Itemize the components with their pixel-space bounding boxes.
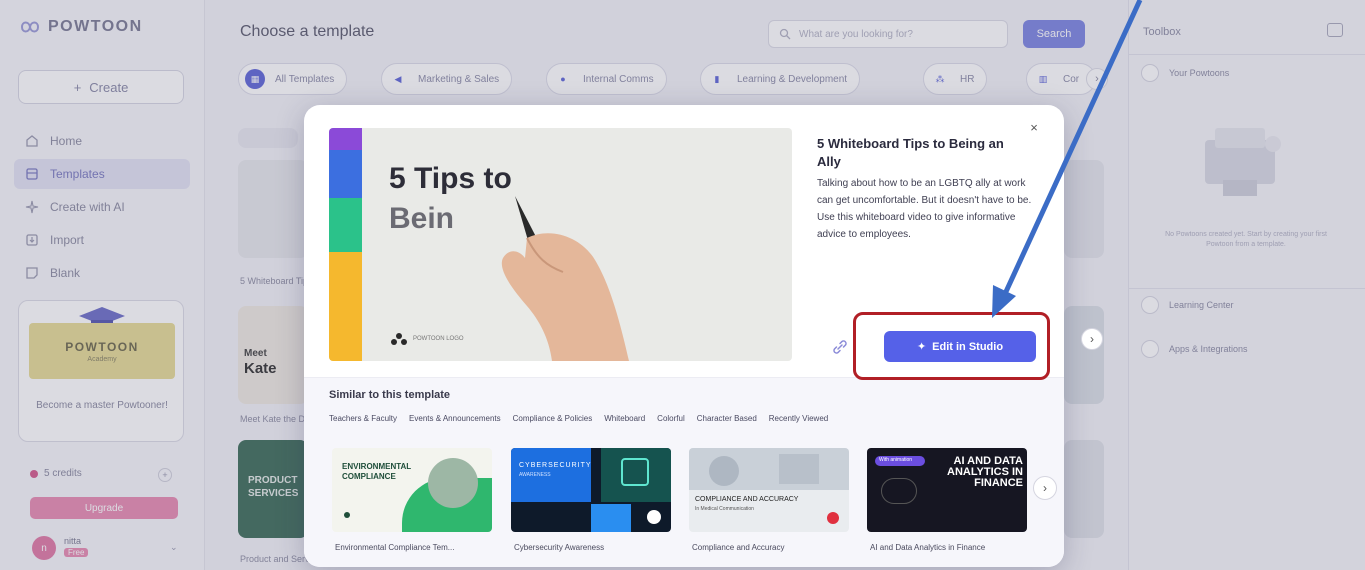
thumbnail-label: Compliance and Accuracy (692, 543, 785, 552)
thumbnail-image: COMPLIANCE AND ACCURACY In Medical Commu… (689, 448, 849, 532)
thumb-text: AI AND DATA ANALYTICS IN FINANCE (947, 455, 1023, 489)
preview-logo: POWTOON LOGO (391, 333, 464, 345)
tag-list: Teachers & Faculty Events & Announcement… (329, 414, 828, 423)
thumbnail-image: With animation AI AND DATA ANALYTICS IN … (867, 448, 1027, 532)
tag-whiteboard[interactable]: Whiteboard (604, 414, 645, 423)
thumbnail-label: Cybersecurity Awareness (514, 543, 605, 552)
template-title: 5 Whiteboard Tips to Being an Ally (817, 136, 1004, 169)
thumb-text: ENVIRONMENTAL (342, 462, 412, 471)
similar-templates-panel: Similar to this template Teachers & Facu… (304, 377, 1064, 567)
highlight-box (853, 312, 1050, 380)
next-template-button[interactable]: › (1081, 328, 1103, 350)
preview-logo-text: POWTOON LOGO (413, 336, 464, 342)
tag-events-announcements[interactable]: Events & Announcements (409, 414, 501, 423)
thumbnail-label: AI and Data Analytics in Finance (870, 543, 986, 552)
hand-holding-marker-illustration (501, 196, 629, 361)
thumb-text: With animation (879, 457, 913, 463)
thumb-text: COMPLIANCE (342, 472, 396, 481)
similar-template-card[interactable]: CYBERSECURITY AWARENESS Cybersecurity Aw… (511, 448, 671, 552)
similar-thumbnails: ENVIRONMENTAL COMPLIANCE Environmental C… (329, 448, 1029, 558)
tag-character-based[interactable]: Character Based (697, 414, 757, 423)
thumbnail-label: Environmental Compliance Tem... (335, 543, 455, 552)
copy-link-icon[interactable] (830, 337, 850, 357)
thumbnail-image: CYBERSECURITY AWARENESS (511, 448, 671, 532)
powtoon-app: POWTOON + Create Home Templates Create w… (0, 0, 1365, 570)
similar-next-button[interactable]: › (1033, 476, 1057, 500)
similar-template-card[interactable]: COMPLIANCE AND ACCURACY In Medical Commu… (689, 448, 849, 552)
similar-template-card[interactable]: ENVIRONMENTAL COMPLIANCE Environmental C… (332, 448, 492, 552)
similar-template-card[interactable]: With animation AI AND DATA ANALYTICS IN … (867, 448, 1027, 552)
tag-colorful[interactable]: Colorful (657, 414, 685, 423)
thumb-text: CYBERSECURITY (519, 462, 592, 469)
template-preview[interactable]: 5 Tips to Bein POWTOON LOGO (329, 128, 792, 361)
thumb-text: AWARENESS (519, 472, 551, 478)
color-stripes (329, 128, 362, 361)
similar-title: Similar to this template (329, 389, 451, 401)
tag-teachers-faculty[interactable]: Teachers & Faculty (329, 414, 397, 423)
preview-headline-2: Bein (389, 202, 455, 235)
close-button[interactable]: × (1026, 119, 1042, 135)
thumbnail-image: ENVIRONMENTAL COMPLIANCE (332, 448, 492, 532)
thumb-text: COMPLIANCE AND ACCURACY (695, 496, 799, 503)
template-description: Talking about how to be an LGBTQ ally at… (817, 178, 1032, 240)
thumb-text: In Medical Communication (695, 506, 754, 512)
tag-compliance-policies[interactable]: Compliance & Policies (513, 414, 593, 423)
tag-recently-viewed[interactable]: Recently Viewed (769, 414, 828, 423)
